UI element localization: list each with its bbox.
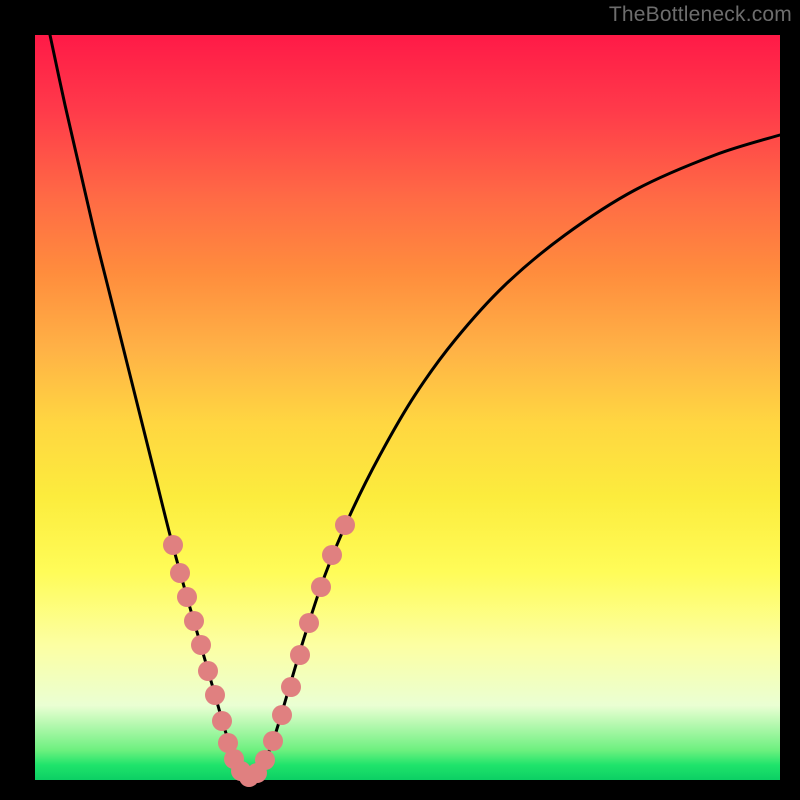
marker-dot [322,545,342,565]
highlighted-points-group [163,515,355,787]
bottleneck-curve [50,35,780,777]
chart-frame: TheBottleneck.com [0,0,800,800]
marker-dot [290,645,310,665]
marker-dot [191,635,211,655]
marker-dot [272,705,292,725]
marker-dot [299,613,319,633]
marker-dot [281,677,301,697]
marker-dot [255,750,275,770]
marker-dot [212,711,232,731]
watermark-text: TheBottleneck.com [609,3,792,27]
marker-dot [335,515,355,535]
marker-dot [177,587,197,607]
marker-dot [311,577,331,597]
marker-dot [205,685,225,705]
curve-svg [35,35,780,780]
marker-dot [263,731,283,751]
marker-dot [170,563,190,583]
marker-dot [184,611,204,631]
marker-dot [163,535,183,555]
marker-dot [198,661,218,681]
